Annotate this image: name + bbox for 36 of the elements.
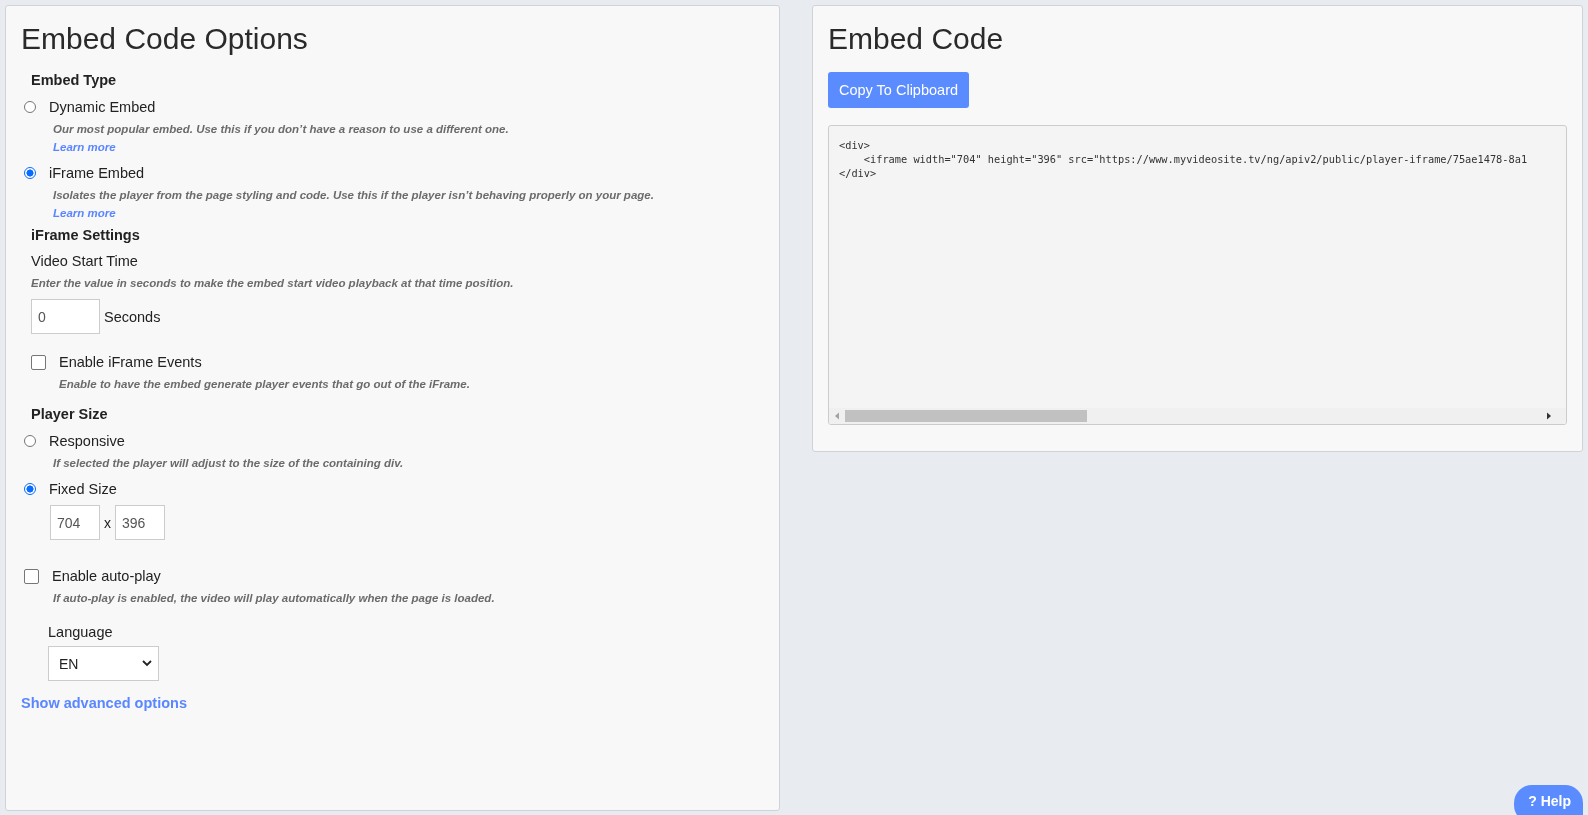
panel-title: Embed Code (828, 22, 1005, 56)
option-description: Our most popular embed. Use this if you don’t have a reason to use a different one. (53, 123, 510, 135)
checkbox-label[interactable]: Enable auto-play (52, 568, 161, 584)
start-time-input[interactable]: 0 (31, 299, 100, 334)
code-line: <div> (839, 138, 871, 152)
radio-label[interactable]: Responsive (49, 433, 125, 449)
horizontal-scrollbar[interactable] (829, 408, 1566, 424)
section-heading: Embed Type (31, 72, 118, 88)
chevron-down-icon (142, 660, 152, 667)
option-description: Isolates the player from the page styling and code. Use this if the player isn’t behaving properly on your page. (53, 189, 655, 201)
code-line: <iframe width="704" height="396" src="https://www.myvideosite.tv/ng/apiv2/public/player-iframe/75ae1478-8a1 (862, 152, 1529, 166)
radio-button[interactable] (24, 101, 36, 113)
checkbox-hint: Enable to have the embed generate player events that go out of the iFrame. (59, 378, 471, 390)
size-separator: x (104, 514, 111, 531)
radio-label[interactable]: Dynamic Embed (49, 99, 156, 115)
radio-label[interactable]: iFrame Embed (49, 165, 145, 181)
height-input[interactable]: 396 (115, 505, 165, 540)
section-heading: Player Size (31, 406, 109, 422)
section-heading: iFrame Settings (31, 227, 141, 243)
field-hint: Enter the value in seconds to make the embed start video playback at that time position. (31, 277, 515, 289)
code-line: </div> (839, 166, 878, 180)
width-input[interactable]: 704 (50, 505, 100, 540)
radio-button[interactable] (24, 483, 36, 495)
radio-button[interactable] (24, 167, 36, 179)
radio-label[interactable]: Fixed Size (49, 481, 117, 497)
radio-button[interactable] (24, 435, 36, 447)
field-label: Video Start Time (31, 253, 139, 269)
panel-title: Embed Code Options (21, 22, 309, 56)
checkbox[interactable] (24, 568, 39, 584)
checkbox[interactable] (31, 354, 46, 370)
field-label: Language (48, 624, 114, 640)
checkbox-label[interactable]: Enable iFrame Events (59, 354, 202, 370)
checkbox-hint: If auto-play is enabled, the video will play automatically when the page is loaded. (53, 592, 496, 604)
unit-label: Seconds (104, 308, 161, 325)
language-select[interactable]: EN (48, 646, 159, 681)
option-description: If selected the player will adjust to the size of the containing div. (53, 457, 405, 469)
